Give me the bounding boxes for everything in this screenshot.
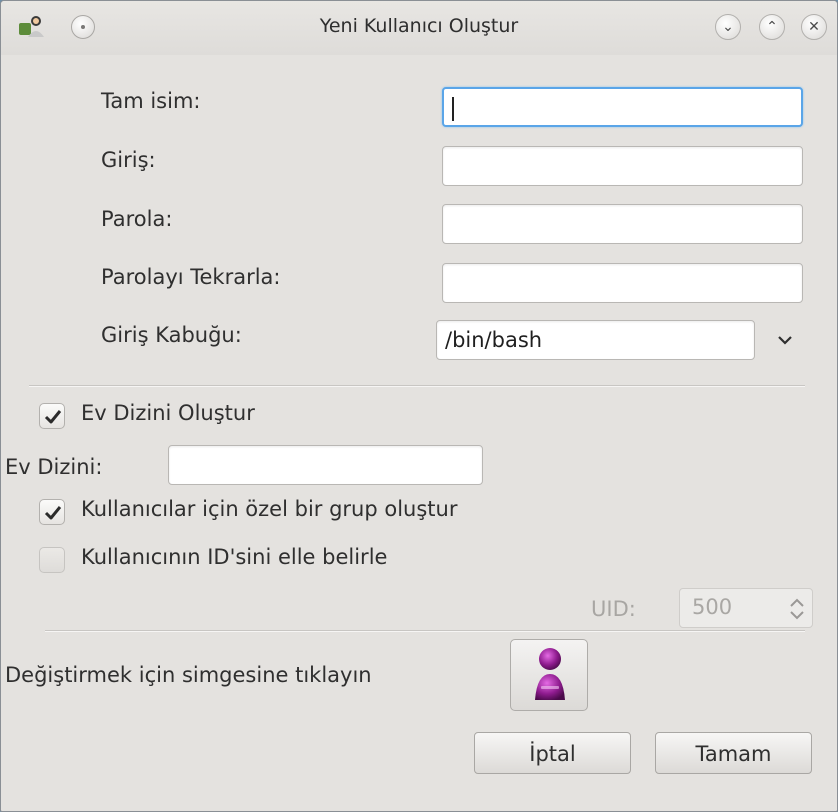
private-group-label[interactable]: Kullanıcılar için özel bir grup oluştur	[81, 497, 457, 521]
chevron-down-icon[interactable]	[774, 331, 796, 349]
private-group-checkbox[interactable]	[39, 499, 65, 525]
avatar-hint: Değiştirmek için simgesine tıklayın	[5, 663, 372, 687]
maximize-icon[interactable]: ⌃	[759, 14, 785, 40]
manual-uid-label[interactable]: Kullanıcının ID'sini elle belirle	[81, 545, 387, 569]
minimize-icon[interactable]: ⌄	[715, 14, 741, 40]
password-input[interactable]	[442, 204, 803, 244]
checkmark-icon	[44, 506, 62, 520]
full-name-input[interactable]	[442, 87, 803, 127]
password-label: Parola:	[101, 207, 173, 231]
create-user-dialog: Yeni Kullanıcı Oluştur ⌄ ⌃ ✕ Tam isim: G…	[0, 0, 838, 812]
shell-combo[interactable]: /bin/bash	[436, 320, 755, 360]
spin-arrows-icon[interactable]	[788, 595, 806, 623]
login-label: Giriş:	[101, 148, 156, 172]
separator	[29, 385, 805, 387]
manual-uid-checkbox[interactable]	[39, 547, 65, 573]
uid-label: UID:	[591, 597, 636, 621]
password-repeat-label: Parolayı Tekrarla:	[101, 265, 281, 289]
uid-value: 500	[692, 595, 733, 619]
full-name-label: Tam isim:	[101, 89, 201, 113]
close-icon[interactable]: ✕	[801, 14, 827, 40]
separator	[45, 630, 805, 632]
password-repeat-input[interactable]	[442, 263, 803, 303]
shell-value: /bin/bash	[445, 328, 543, 352]
home-dir-label: Ev Dizini:	[5, 455, 103, 479]
window-title: Yeni Kullanıcı Oluştur	[319, 15, 519, 37]
uid-spinbox[interactable]: 500	[679, 588, 813, 628]
checkmark-icon	[44, 410, 62, 424]
cancel-button[interactable]: İptal	[474, 732, 631, 774]
avatar-button[interactable]	[510, 639, 588, 711]
home-dir-input[interactable]	[168, 445, 483, 485]
title-bar: Yeni Kullanıcı Oluştur ⌄ ⌃ ✕	[1, 1, 837, 55]
shell-label: Giriş Kabuğu:	[101, 323, 242, 347]
login-input[interactable]	[442, 146, 803, 186]
create-home-label[interactable]: Ev Dizini Oluştur	[81, 401, 255, 425]
create-home-checkbox[interactable]	[39, 403, 65, 429]
user-avatar-icon	[535, 648, 565, 700]
text-caret	[452, 97, 454, 121]
ok-button[interactable]: Tamam	[655, 732, 812, 774]
